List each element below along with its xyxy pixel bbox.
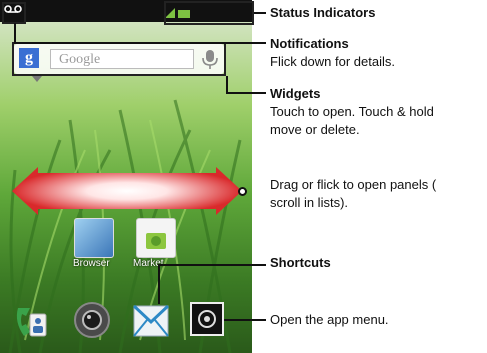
widgets-desc-1: Touch to open. Touch & hold <box>270 104 434 119</box>
app-menu-button[interactable] <box>190 302 224 336</box>
panels-desc-2: scroll in lists). <box>270 195 349 210</box>
app-menu-icon <box>198 310 216 328</box>
camera-icon[interactable] <box>72 300 112 340</box>
notifications-title: Notifications <box>270 36 349 51</box>
panels-leader-dot <box>238 187 247 196</box>
app-menu-leader <box>224 319 266 321</box>
status-indicators-leader <box>254 12 266 14</box>
widgets-desc-2: move or delete. <box>270 122 360 137</box>
app-menu-desc: Open the app menu. <box>270 312 389 327</box>
widgets-leader-v <box>226 76 228 94</box>
notifications-desc: Flick down for details. <box>270 54 395 69</box>
email-icon[interactable] <box>133 304 169 338</box>
notifications-leader <box>14 23 16 43</box>
widget-dropdown-icon <box>32 76 42 82</box>
status-indicators-highlight <box>164 1 254 25</box>
status-indicators-label: Status Indicators <box>270 5 376 20</box>
notifications-leader-h <box>14 42 266 44</box>
widgets-highlight <box>12 42 226 76</box>
panel-swipe-arrow <box>12 167 242 215</box>
panels-desc-1: Drag or flick to open panels ( <box>270 177 437 192</box>
notifications-highlight <box>2 2 26 24</box>
shortcuts-leader <box>158 264 266 266</box>
shortcuts-title: Shortcuts <box>270 255 331 270</box>
shortcuts-leader-v <box>158 264 160 304</box>
phone-icon[interactable] <box>12 302 50 342</box>
widgets-leader <box>226 92 266 94</box>
widgets-title: Widgets <box>270 86 321 101</box>
